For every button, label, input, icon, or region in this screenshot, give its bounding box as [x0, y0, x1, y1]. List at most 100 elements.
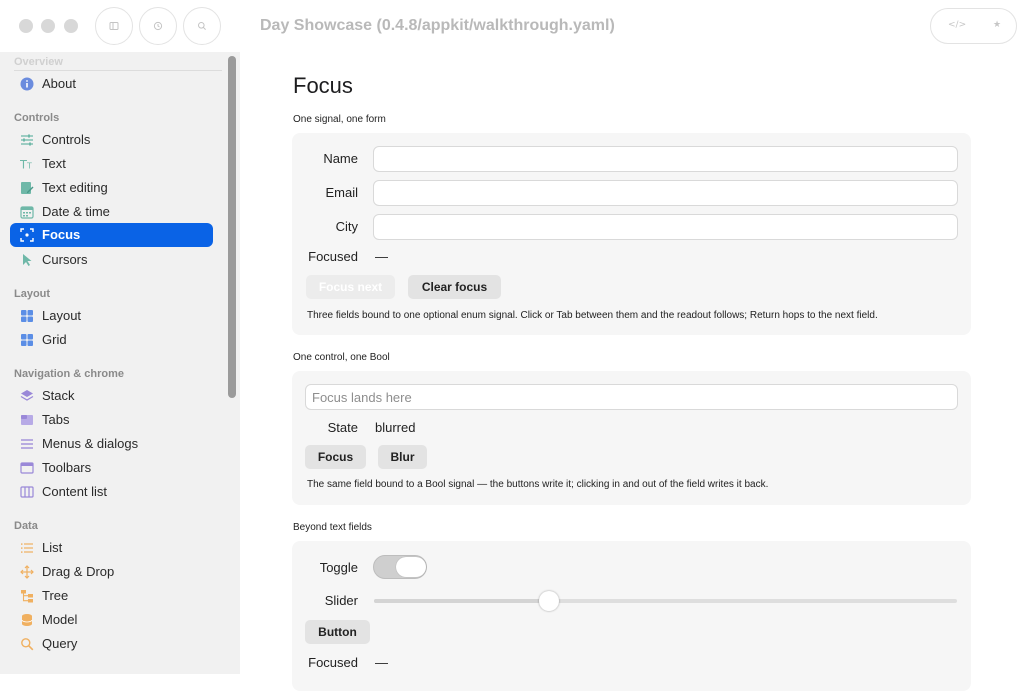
toggle-sidebar-button[interactable] — [95, 7, 133, 45]
focused-label: Focused — [308, 655, 358, 670]
sidebar-item-menus-dialogs[interactable]: Menus & dialogs — [10, 432, 213, 456]
text-size-icon: TT — [20, 157, 34, 171]
one-signal-card: Name Email City Focused — Focus next Cle… — [292, 133, 971, 335]
search-icon — [20, 637, 34, 651]
sidebar-item-cursors[interactable]: Cursors — [10, 248, 213, 272]
toggle-label: Toggle — [319, 560, 358, 575]
stack-icon — [20, 389, 34, 403]
sidebar-item-grid[interactable]: Grid — [10, 328, 213, 352]
sidebar-item-label: Date & time — [42, 204, 110, 219]
email-field[interactable] — [373, 180, 958, 206]
sidebar-item-label: Text — [42, 156, 66, 171]
sidebar-item-label: List — [42, 540, 63, 555]
window-title: Day Showcase (0.4.8/appkit/walkthrough.y… — [260, 17, 615, 34]
toggle-switch[interactable] — [373, 555, 427, 579]
sidebar-section-data: Data — [14, 520, 38, 532]
sidebar-section-controls: Controls — [14, 112, 60, 124]
sidebar-item-list[interactable]: List — [10, 536, 213, 560]
edit-icon — [20, 181, 34, 195]
section-description: Three fields bound to one optional enum … — [307, 310, 878, 321]
blur-button[interactable]: Blur — [378, 445, 427, 469]
code-icon[interactable]: </> — [948, 20, 966, 30]
sidebar-icon — [109, 22, 119, 30]
sidebar-item-label: Drag & Drop — [42, 564, 115, 579]
focused-label: Focused — [308, 249, 358, 264]
city-field[interactable] — [373, 214, 958, 240]
sidebar-item-drag-drop[interactable]: Drag & Drop — [10, 560, 213, 584]
sidebar-item-text-editing[interactable]: Text editing — [10, 176, 213, 200]
main-content: Focus One signal, one form Name Email Ci… — [240, 52, 1024, 691]
sidebar-item-tree[interactable]: Tree — [10, 584, 213, 608]
sidebar-item-label: Tabs — [42, 412, 70, 427]
search-icon — [198, 22, 206, 30]
slider-thumb[interactable] — [539, 591, 559, 611]
zoom-window-button[interactable] — [64, 19, 78, 33]
cursor-icon — [20, 253, 34, 267]
sidebar-section-overview: Overview — [14, 56, 63, 68]
sidebar-item-label: Model — [42, 612, 78, 627]
sidebar-item-model[interactable]: Model — [10, 608, 213, 632]
section-description: The same field bound to a Bool signal — … — [307, 479, 769, 490]
sidebar-item-label: Query — [42, 636, 78, 651]
toolbar-pill: </> ★ — [930, 8, 1017, 44]
slider-fill — [374, 599, 549, 603]
toggle-knob — [396, 557, 426, 577]
history-icon — [153, 21, 163, 31]
history-button[interactable] — [139, 7, 177, 45]
sidebar-section-navigation: Navigation & chrome — [14, 368, 125, 380]
svg-text:T: T — [20, 157, 27, 171]
sidebar-item-content-list[interactable]: Content list — [10, 480, 213, 504]
section-label-one-bool: One control, one Bool — [293, 352, 390, 363]
sidebar-item-label: Text editing — [42, 180, 108, 195]
focus-next-button[interactable]: Focus next — [306, 275, 395, 299]
sidebar-item-label: Content list — [42, 484, 108, 499]
focus-target-field[interactable] — [305, 384, 958, 410]
title-bar: Day Showcase (0.4.8/appkit/walkthrough.y… — [0, 0, 1024, 52]
minimize-window-button[interactable] — [41, 19, 55, 33]
sidebar-section-layout: Layout — [14, 288, 51, 300]
star-icon[interactable]: ★ — [993, 20, 1001, 30]
close-window-button[interactable] — [19, 19, 33, 33]
focus-button[interactable]: Focus — [305, 445, 366, 469]
sidebar-item-layout[interactable]: Layout — [10, 304, 213, 328]
layout-grid-icon — [20, 309, 34, 323]
sidebar-item-tabs[interactable]: Tabs — [10, 408, 213, 432]
sidebar-item-label: Layout — [42, 308, 82, 323]
slider[interactable] — [374, 591, 957, 611]
sidebar-item-label: Focus — [42, 227, 81, 242]
sidebar-scrollbar-thumb[interactable] — [228, 56, 236, 398]
clear-focus-button[interactable]: Clear focus — [408, 275, 501, 299]
sidebar-item-focus[interactable]: Focus — [10, 223, 213, 247]
info-icon — [20, 77, 34, 91]
sidebar-item-label: Cursors — [42, 252, 88, 267]
sidebar-item-about[interactable]: About — [10, 72, 213, 96]
grid-icon — [20, 333, 34, 347]
focus-icon — [20, 228, 34, 242]
sidebar-item-controls[interactable]: Controls — [10, 128, 213, 152]
beyond-text-card: Toggle Slider Button Focused — — [292, 541, 971, 691]
list-icon — [20, 541, 34, 555]
search-button[interactable] — [183, 7, 221, 45]
menu-icon — [20, 437, 34, 451]
sidebar-item-label: Controls — [42, 132, 91, 147]
sidebar-item-stack[interactable]: Stack — [10, 384, 213, 408]
database-icon — [20, 613, 34, 627]
city-label: City — [335, 219, 358, 234]
sidebar-item-label: Grid — [42, 332, 67, 347]
sidebar-item-date-time[interactable]: Date & time — [10, 200, 213, 224]
name-field[interactable] — [373, 146, 958, 172]
email-label: Email — [325, 185, 358, 200]
columns-icon — [20, 485, 34, 499]
section-label-one-signal: One signal, one form — [293, 114, 386, 125]
state-value: blurred — [375, 420, 416, 435]
button-control[interactable]: Button — [305, 620, 370, 644]
sidebar-item-query[interactable]: Query — [10, 632, 213, 656]
sidebar-item-label: Menus & dialogs — [42, 436, 139, 451]
slider-label: Slider — [324, 593, 358, 608]
move-icon — [20, 565, 34, 579]
sidebar-item-toolbars[interactable]: Toolbars — [10, 456, 213, 480]
sidebar-item-text[interactable]: TT Text — [10, 152, 213, 176]
sidebar-item-label: Toolbars — [42, 460, 92, 475]
tree-icon — [20, 589, 34, 603]
state-label: State — [327, 420, 358, 435]
